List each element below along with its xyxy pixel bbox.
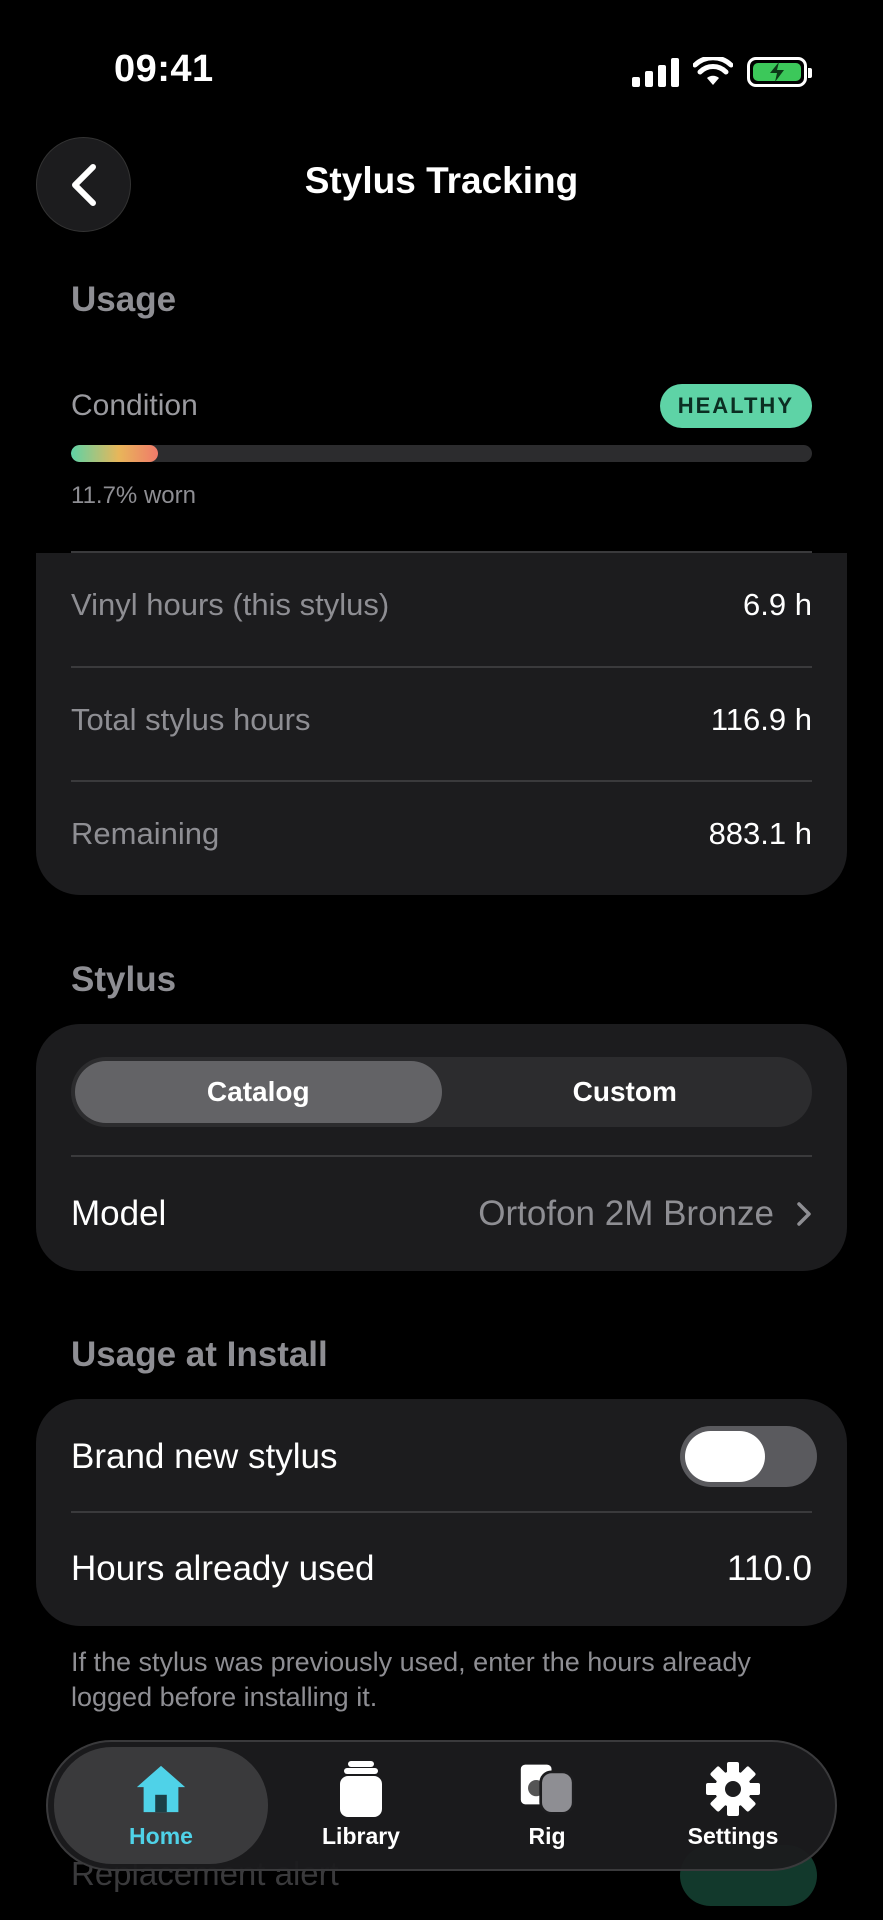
wear-progress-bar [71, 445, 812, 462]
stylus-source-segmented-control[interactable]: Catalog Custom [71, 1057, 812, 1127]
screen: 09:41 Stylus Tracking Usage Condition HE… [0, 0, 883, 1920]
tab-label: Rig [528, 1823, 566, 1849]
stat-row-total-hours: Total stylus hours 116.9 h [71, 702, 812, 738]
tab-bar: Home Library Rig Settings [46, 1740, 837, 1871]
model-value-text: Ortofon 2M Bronze [478, 1194, 774, 1233]
divider [71, 780, 812, 782]
stat-value: 6.9 h [743, 587, 812, 622]
divider [71, 1511, 812, 1513]
stat-label: Remaining [71, 816, 220, 851]
condition-row: Condition HEALTHY [71, 384, 812, 428]
stylus-section-header: Stylus [71, 960, 177, 999]
stat-value: 883.1 h [708, 816, 812, 851]
toggle-knob [685, 1431, 765, 1482]
stat-label: Vinyl hours (this stylus) [71, 587, 390, 622]
wear-progress-fill [71, 445, 158, 462]
gear-icon [705, 1761, 761, 1817]
worn-percent-text: 11.7% worn [71, 482, 196, 509]
install-footnote: If the stylus was previously used, enter… [71, 1647, 751, 1712]
tab-label: Settings [687, 1823, 779, 1849]
tab-label: Library [322, 1823, 400, 1849]
segment-catalog[interactable]: Catalog [75, 1061, 442, 1123]
model-row[interactable]: Model Ortofon 2M Bronze [71, 1194, 812, 1234]
tab-settings[interactable]: Settings [640, 1747, 826, 1864]
hours-used-row[interactable]: Hours already used 110.0 [71, 1549, 812, 1589]
brand-new-toggle[interactable] [680, 1426, 817, 1487]
install-section-header: Usage at Install [71, 1335, 328, 1374]
house-icon [133, 1761, 189, 1817]
status-badge: HEALTHY [659, 384, 812, 428]
divider [71, 666, 812, 668]
stat-row-vinyl-hours: Vinyl hours (this stylus) 6.9 h [71, 587, 812, 623]
usage-section-header: Usage [71, 280, 177, 319]
stat-value: 116.9 h [710, 702, 812, 737]
tab-home[interactable]: Home [54, 1747, 268, 1864]
hours-used-input[interactable]: 110.0 [727, 1549, 812, 1589]
stat-label: Total stylus hours [71, 702, 311, 737]
model-label: Model [71, 1194, 167, 1233]
record-stack-icon [333, 1761, 389, 1817]
stat-row-remaining: Remaining 883.1 h [71, 816, 812, 852]
brand-new-label: Brand new stylus [71, 1436, 338, 1476]
hours-used-label: Hours already used [71, 1549, 375, 1588]
brand-new-row: Brand new stylus [71, 1426, 817, 1487]
segment-custom[interactable]: Custom [442, 1061, 809, 1123]
status-icons [632, 52, 812, 92]
tab-library[interactable]: Library [268, 1747, 454, 1864]
status-time: 09:41 [114, 48, 214, 90]
tab-label: Home [129, 1823, 193, 1849]
speaker-icon [519, 1761, 575, 1817]
model-value: Ortofon 2M Bronze [478, 1194, 812, 1234]
page-title: Stylus Tracking [304, 160, 579, 201]
tab-rig[interactable]: Rig [454, 1747, 640, 1864]
cellular-signal-icon [632, 57, 679, 87]
condition-label: Condition [71, 389, 198, 422]
chevron-right-icon [797, 1202, 811, 1226]
wifi-icon [693, 57, 733, 85]
divider [71, 1155, 812, 1157]
battery-icon [747, 57, 812, 87]
